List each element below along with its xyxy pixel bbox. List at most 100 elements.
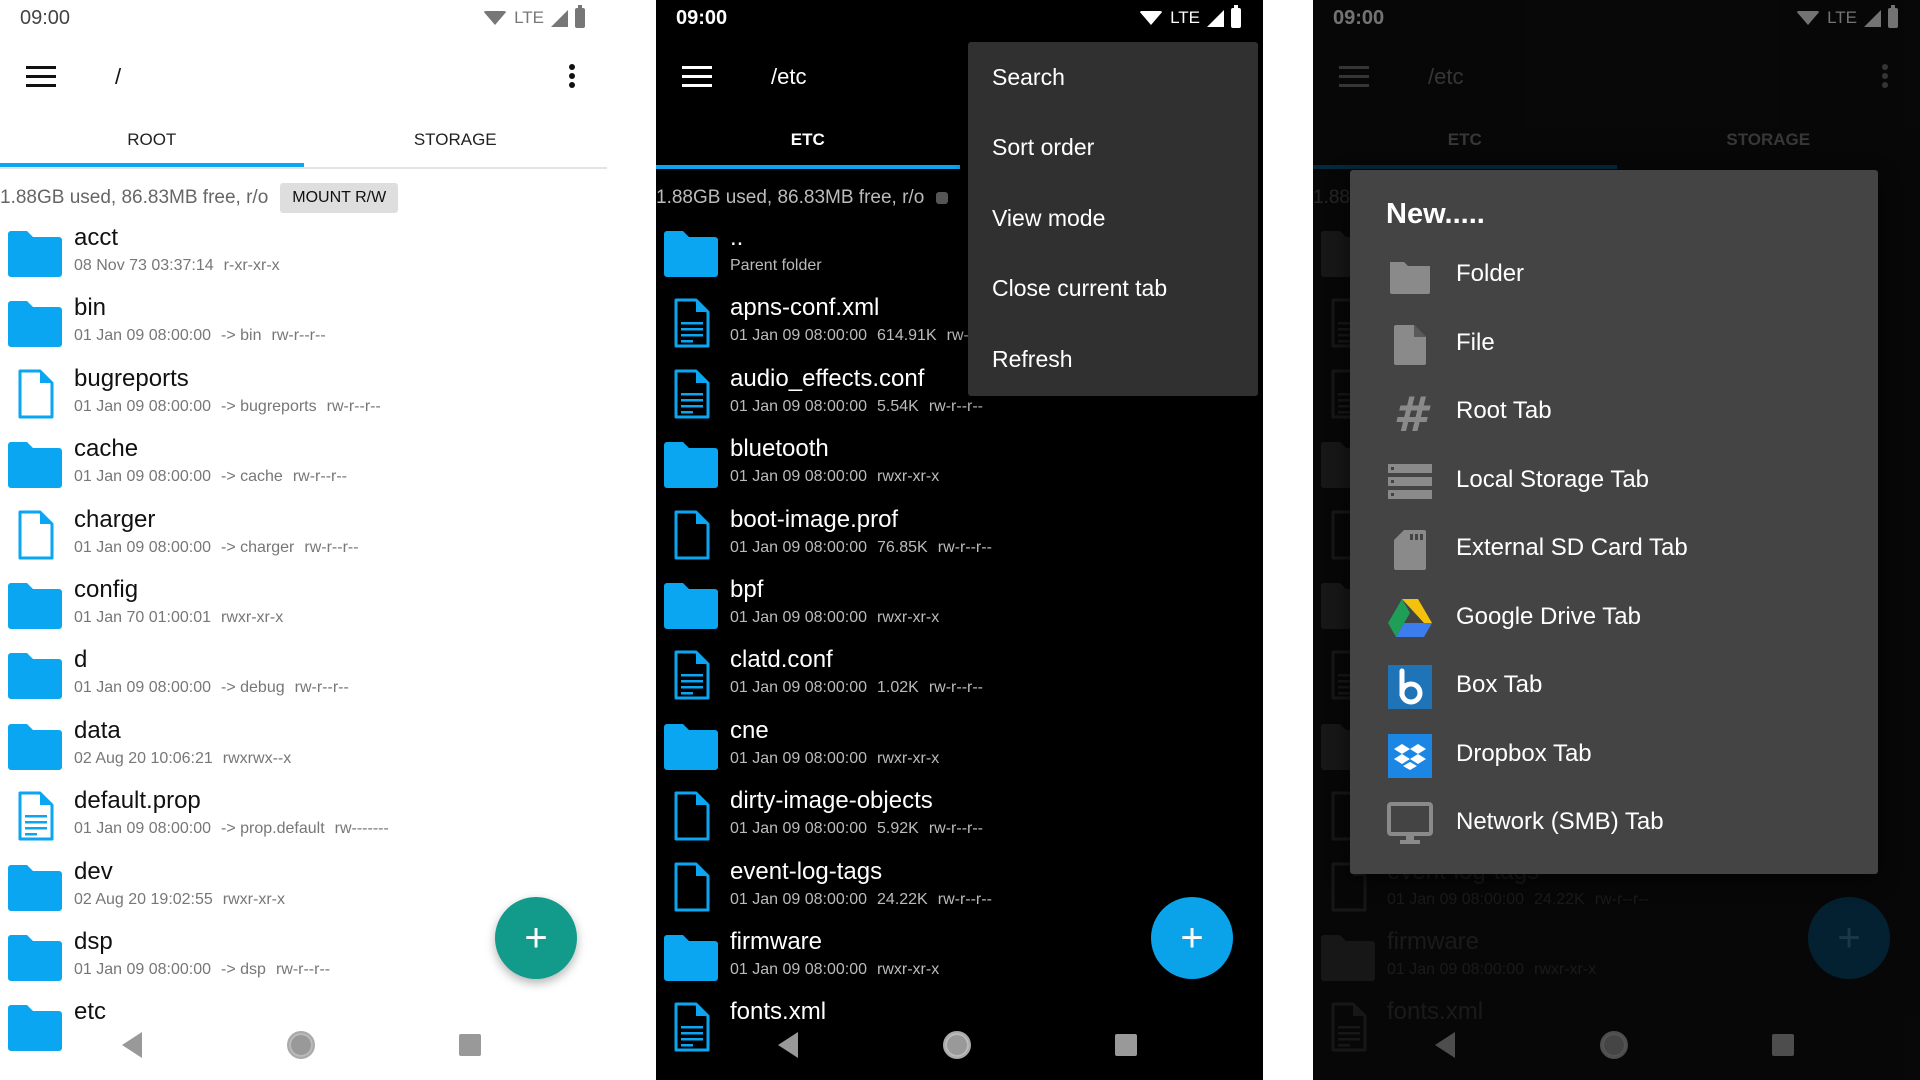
file-perms: r-xr-xr-x	[223, 257, 280, 274]
file-row[interactable]: bugreports 01 Jan 09 08:00:00 -> bugreport…	[0, 361, 607, 431]
file-meta: 08 Nov 73 03:37:14 r-xr-xr-x	[74, 257, 280, 275]
tab-etc[interactable]: ETC	[656, 115, 960, 169]
menu-item-close-current-tab[interactable]: Close current tab	[968, 253, 1258, 323]
hamburger-icon[interactable]	[26, 66, 56, 88]
menu-item-refresh[interactable]: Refresh	[968, 324, 1258, 394]
toolbar: /	[0, 48, 607, 106]
tab-storage[interactable]: STORAGE	[304, 115, 608, 167]
file-extra: 24.22K	[877, 890, 928, 908]
storage-info-bar: 1.88GB used, 86.83MB free, r/o MOUNT R/W	[0, 180, 399, 216]
file-row[interactable]: boot-image.prof 01 Jan 09 08:00:00 76.85K r…	[656, 502, 1263, 572]
file-perms: rw-r--r--	[294, 679, 349, 697]
file-row[interactable]: data 02 Aug 20 10:06:21 rwxrwx--x	[0, 713, 607, 783]
file-row[interactable]: default.prop 01 Jan 09 08:00:00 -> prop.de…	[0, 783, 607, 853]
file-row[interactable]: cne 01 Jan 09 08:00:00 rwxr-xr-x	[656, 713, 1263, 783]
file-name: bpf	[730, 575, 764, 603]
file-row[interactable]: clatd.conf 01 Jan 09 08:00:00 1.02K rw-r--r…	[656, 642, 1263, 712]
file-perms: rw-r--r--	[275, 960, 331, 978]
file-name: dev	[74, 857, 113, 885]
new-local-storage-tab-option[interactable]: Local Storage Tab	[1386, 448, 1856, 517]
file-row[interactable]: charger 01 Jan 09 08:00:00 -> charger rw-r-…	[0, 502, 607, 572]
new-file-option[interactable]: File	[1386, 311, 1856, 380]
add-fab-button[interactable]: +	[495, 897, 577, 979]
folder-icon	[6, 228, 64, 280]
file-date: 01 Jan 09 08:00:00	[730, 679, 868, 697]
text-file-icon	[662, 369, 720, 421]
file-row[interactable]: bin 01 Jan 09 08:00:00 -> bin rw-r--r--	[0, 290, 607, 360]
sd-card-icon	[1394, 530, 1426, 570]
hamburger-icon[interactable]	[682, 66, 712, 88]
file-extra: 76.85K	[877, 538, 928, 556]
new-network-smb-tab-option[interactable]: Network (SMB) Tab	[1386, 790, 1856, 859]
nav-recents-icon[interactable]	[1115, 1034, 1137, 1056]
file-row[interactable]: acct 08 Nov 73 03:37:14 r-xr-xr-x	[0, 220, 607, 290]
file-date: 01 Jan 09 08:00:00	[730, 960, 868, 978]
folder-icon	[662, 580, 720, 632]
new-google-drive-tab-option[interactable]: Google Drive Tab	[1386, 585, 1856, 654]
mount-rw-button[interactable]	[936, 192, 949, 204]
option-label: File	[1456, 328, 1495, 356]
storage-info-bar: 1.88GB used, 86.83MB free, r/o	[656, 180, 949, 216]
file-perms: rw-r--r--	[326, 397, 381, 415]
new-sd-card-tab-option[interactable]: External SD Card Tab	[1386, 516, 1856, 585]
more-vert-icon[interactable]	[567, 64, 577, 92]
screen-root-light: 09:00 LTE / ROOT STORAGE 1.88GB used, 86…	[0, 0, 607, 1080]
file-perms: rw-r--r--	[928, 679, 984, 697]
file-name: default.prop	[74, 787, 201, 815]
file-perms: rwxr-xr-x	[877, 468, 940, 486]
google-drive-icon	[1388, 598, 1432, 637]
mount-rw-button[interactable]: MOUNT R/W	[280, 183, 399, 213]
file-row[interactable]: bpf 01 Jan 09 08:00:00 rwxr-xr-x	[656, 572, 1263, 642]
screen-etc-overflow-menu: 09:00 LTE /etc ETC STORAGE 1.88GB used, …	[656, 0, 1263, 1080]
folder-icon	[6, 862, 64, 914]
file-meta: 01 Jan 09 08:00:00 -> cache rw-r--r--	[74, 468, 347, 486]
folder-icon	[6, 932, 64, 984]
folder-icon	[6, 298, 64, 350]
nav-home-icon[interactable]	[943, 1031, 971, 1059]
file-extra: -> debug	[221, 679, 285, 697]
status-bar: 09:00 LTE	[656, 0, 1263, 38]
new-box-tab-option[interactable]: Box Tab	[1386, 653, 1856, 722]
file-name: bugreports	[74, 364, 189, 392]
option-label: Local Storage Tab	[1456, 465, 1650, 493]
file-meta: 01 Jan 09 08:00:00 -> bin rw-r--r--	[74, 327, 326, 345]
folder-icon	[662, 721, 720, 773]
menu-item-search[interactable]: Search	[968, 42, 1258, 112]
file-name: acct	[74, 224, 119, 251]
folder-icon	[662, 439, 720, 491]
tab-root[interactable]: ROOT	[0, 115, 304, 167]
option-label: Dropbox Tab	[1456, 739, 1592, 767]
file-name: ..	[730, 224, 744, 251]
new-folder-option[interactable]: Folder	[1386, 242, 1856, 311]
nav-bar	[0, 1010, 607, 1080]
file-row[interactable]: bluetooth 01 Jan 09 08:00:00 rwxr-xr-x	[656, 431, 1263, 501]
nav-recents-icon[interactable]	[459, 1034, 481, 1056]
file-meta: 01 Jan 09 08:00:00 -> dsp rw-r--r--	[74, 961, 330, 979]
file-perms: rwxrwx--x	[222, 749, 292, 767]
file-row[interactable]: dirty-image-objects 01 Jan 09 08:00:00 5.9…	[656, 783, 1263, 853]
file-extra: -> dsp	[221, 960, 266, 978]
nav-back-icon[interactable]	[122, 1032, 142, 1058]
file-date: 01 Jan 09 08:00:00	[730, 468, 868, 486]
menu-item-sort-order[interactable]: Sort order	[968, 112, 1258, 182]
new-root-tab-option[interactable]: # Root Tab	[1386, 379, 1856, 448]
new-dropbox-tab-option[interactable]: Dropbox Tab	[1386, 722, 1856, 791]
file-meta: 01 Jan 09 08:00:00 -> charger rw-r--r--	[74, 539, 359, 557]
file-perms: rwxr-xr-x	[877, 749, 940, 767]
file-date: 02 Aug 20 10:06:21	[74, 749, 213, 767]
nav-home-icon[interactable]	[287, 1031, 315, 1059]
folder-icon	[1390, 262, 1430, 294]
file-extra: 614.91K	[877, 327, 937, 345]
file-date: 01 Jan 09 08:00:00	[74, 327, 212, 345]
text-file-icon	[6, 791, 64, 843]
menu-item-view-mode[interactable]: View mode	[968, 183, 1258, 253]
file-date: 01 Jan 09 08:00:00	[74, 397, 212, 415]
file-name: data	[74, 716, 121, 744]
file-row[interactable]: d 01 Jan 09 08:00:00 -> debug rw-r--r--	[0, 642, 607, 712]
nav-back-icon[interactable]	[778, 1032, 798, 1058]
folder-icon	[6, 439, 64, 491]
file-name: dsp	[74, 927, 113, 955]
add-fab-button[interactable]: +	[1151, 897, 1233, 979]
file-row[interactable]: cache 01 Jan 09 08:00:00 -> cache rw-r--r--	[0, 431, 607, 501]
file-row[interactable]: config 01 Jan 70 01:00:01 rwxr-xr-x	[0, 572, 607, 642]
